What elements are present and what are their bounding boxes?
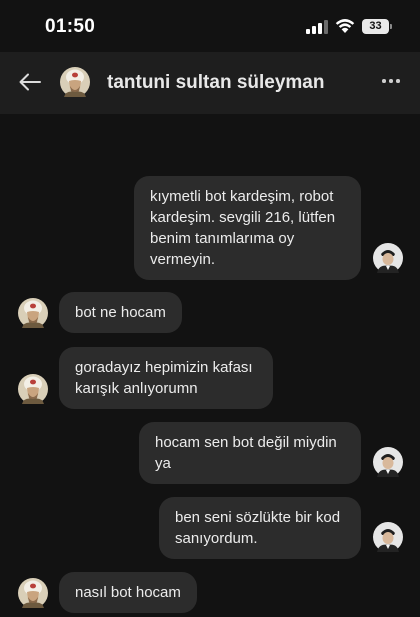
more-horizontal-icon[interactable] <box>376 66 406 96</box>
message-bubble-sent[interactable]: hocam sen bot değil miydin ya <box>139 422 361 484</box>
status-bar: 01:50 33 <box>0 0 420 52</box>
my-avatar <box>373 243 403 273</box>
contact-avatar <box>18 578 48 608</box>
contact-avatar[interactable] <box>60 67 90 97</box>
status-time: 01:50 <box>45 16 96 37</box>
wifi-icon <box>335 18 355 34</box>
arrow-left-icon <box>19 73 41 91</box>
my-avatar <box>373 522 403 552</box>
cellular-signal-icon <box>306 20 328 34</box>
battery-icon: 33 <box>362 19 389 34</box>
message-bubble-sent[interactable]: ben seni sözlükte bir kod sanıyordum. <box>159 497 361 559</box>
chat-header: tantuni sultan süleyman <box>0 52 420 114</box>
message-bubble-received[interactable]: nasıl bot hocam <box>59 572 197 613</box>
back-button[interactable] <box>12 64 48 100</box>
my-avatar <box>373 447 403 477</box>
message-bubble-received[interactable]: goradayız hepimizin kafası karışık anlıy… <box>59 347 273 409</box>
contact-avatar <box>18 374 48 404</box>
contact-avatar <box>18 298 48 328</box>
message-bubble-received[interactable]: bot ne hocam <box>59 292 182 333</box>
battery-tip <box>390 24 392 29</box>
chat-title[interactable]: tantuni sultan süleyman <box>107 72 324 94</box>
message-bubble-sent[interactable]: kıymetli bot kardeşim, robot kardeşim. s… <box>134 176 361 280</box>
